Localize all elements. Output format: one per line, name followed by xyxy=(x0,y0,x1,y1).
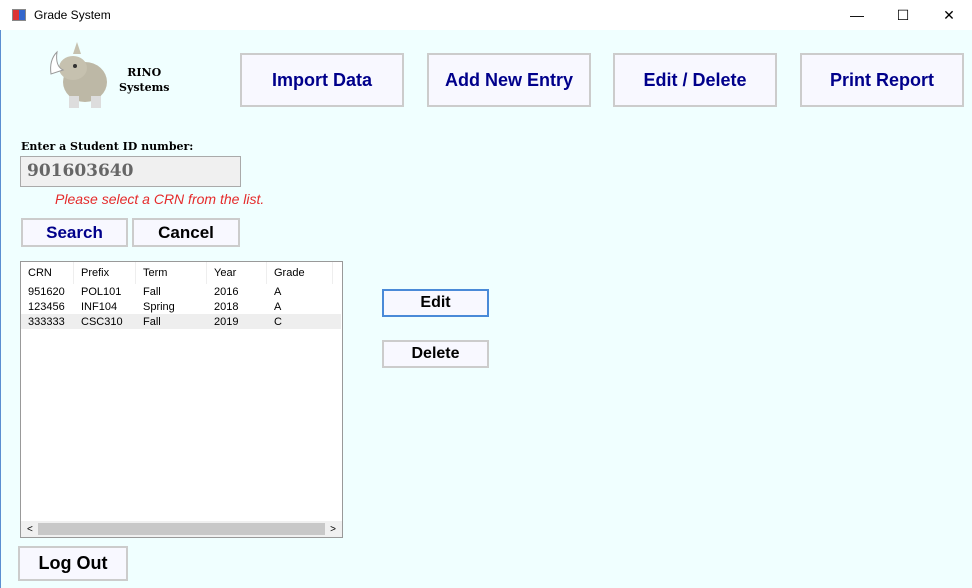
column-header-prefix[interactable]: Prefix xyxy=(74,262,136,284)
print-report-button[interactable]: Print Report xyxy=(800,53,964,107)
logo-text: RINO Systems xyxy=(119,65,169,95)
column-header-crn[interactable]: CRN xyxy=(21,262,74,284)
list-row[interactable]: 951620 POL101 Fall 2016 A xyxy=(21,284,342,299)
cell-term: Fall xyxy=(143,285,161,298)
scroll-right-icon[interactable]: > xyxy=(330,524,336,535)
list-header: CRN Prefix Term Year Grade xyxy=(21,262,342,284)
app-icon xyxy=(12,9,26,21)
logo-line1: RINO xyxy=(127,66,162,79)
cell-year: 2016 xyxy=(214,285,239,298)
column-header-grade[interactable]: Grade xyxy=(267,262,333,284)
cell-grade: A xyxy=(274,285,282,298)
cancel-button[interactable]: Cancel xyxy=(132,218,240,247)
cell-term: Spring xyxy=(143,300,175,313)
cell-grade: A xyxy=(274,300,282,313)
cell-year: 2019 xyxy=(214,315,239,328)
minimize-button[interactable]: — xyxy=(834,0,880,30)
scroll-thumb[interactable] xyxy=(38,523,325,535)
window-title: Grade System xyxy=(34,8,111,22)
logo-line2: Systems xyxy=(119,81,170,94)
search-button[interactable]: Search xyxy=(21,218,128,247)
cell-prefix: CSC310 xyxy=(81,315,123,328)
cell-grade: C xyxy=(274,315,282,328)
grades-list[interactable]: CRN Prefix Term Year Grade 951620 POL101 F… xyxy=(20,261,343,538)
maximize-button[interactable]: ☐ xyxy=(880,0,926,30)
student-id-input[interactable]: 901603640 xyxy=(20,156,241,187)
column-header-term[interactable]: Term xyxy=(136,262,207,284)
close-button[interactable]: ✕ xyxy=(926,0,972,30)
cell-prefix: INF104 xyxy=(81,300,118,313)
cell-year: 2018 xyxy=(214,300,239,313)
import-data-button[interactable]: Import Data xyxy=(240,53,404,107)
cell-term: Fall xyxy=(143,315,161,328)
delete-button[interactable]: Delete xyxy=(382,340,489,368)
cell-crn: 123456 xyxy=(28,300,65,313)
edit-delete-button[interactable]: Edit / Delete xyxy=(613,53,777,107)
title-bar: Grade System — ☐ ✕ xyxy=(0,0,972,30)
add-new-entry-button[interactable]: Add New Entry xyxy=(427,53,591,107)
rhino-logo-icon xyxy=(50,42,107,108)
cell-crn: 333333 xyxy=(28,315,65,328)
error-message: Please select a CRN from the list. xyxy=(55,191,265,207)
scroll-left-icon[interactable]: < xyxy=(27,524,33,535)
student-id-label: Enter a Student ID number: xyxy=(21,140,194,153)
column-header-year[interactable]: Year xyxy=(207,262,267,284)
cell-crn: 951620 xyxy=(28,285,65,298)
list-row-selected[interactable]: 333333 CSC310 Fall 2019 C xyxy=(21,314,341,329)
cell-prefix: POL101 xyxy=(81,285,122,298)
edit-button[interactable]: Edit xyxy=(382,289,489,317)
list-row[interactable]: 123456 INF104 Spring 2018 A xyxy=(21,299,342,314)
log-out-button[interactable]: Log Out xyxy=(18,546,128,581)
horizontal-scrollbar[interactable]: < > xyxy=(21,521,342,537)
